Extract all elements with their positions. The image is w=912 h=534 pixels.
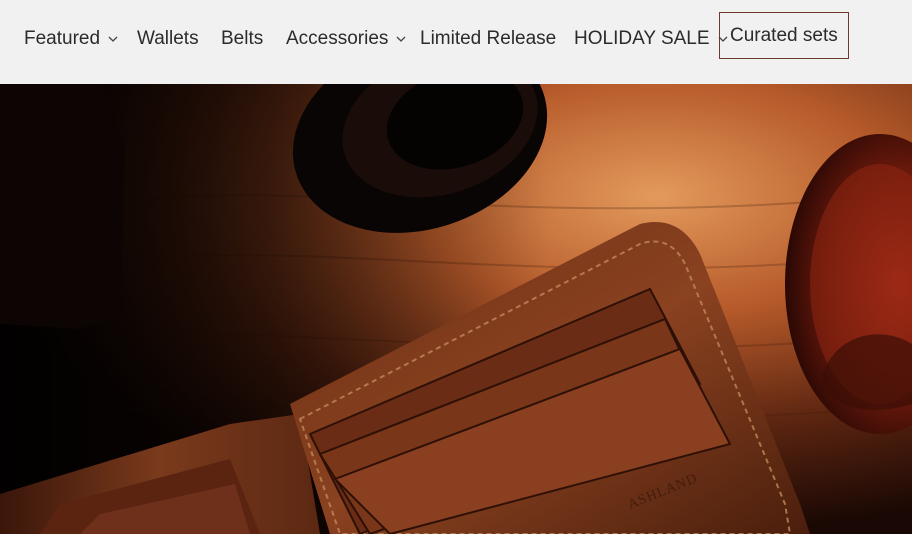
chevron-down-icon: [396, 36, 406, 43]
chevron-down-icon: [108, 36, 118, 43]
nav-item-label: HOLIDAY SALE: [574, 28, 710, 49]
nav-item-label: Wallets: [137, 28, 199, 49]
nav-item-label: Curated sets: [730, 24, 838, 46]
hero-image: ASHLAND: [0, 84, 912, 534]
nav-item-belts[interactable]: Belts: [221, 0, 263, 78]
nav-item-featured[interactable]: Featured: [24, 0, 118, 78]
nav-item-wallets[interactable]: Wallets: [137, 0, 199, 78]
nav-item-label: Accessories: [286, 28, 389, 49]
nav-item-curated-sets[interactable]: Curated sets: [719, 12, 849, 59]
leather-wallet-photo: ASHLAND: [0, 84, 912, 534]
nav-item-holiday-sale[interactable]: HOLIDAY SALE: [574, 0, 728, 78]
main-navigation: Featured Wallets Belts Accessories Limit…: [0, 0, 912, 84]
nav-item-label: Belts: [221, 28, 264, 49]
nav-item-accessories[interactable]: Accessories: [286, 0, 406, 78]
nav-item-limited-release[interactable]: Limited Release: [420, 0, 556, 78]
nav-item-label: Featured: [24, 28, 101, 49]
nav-item-label: Limited Release: [420, 28, 557, 49]
